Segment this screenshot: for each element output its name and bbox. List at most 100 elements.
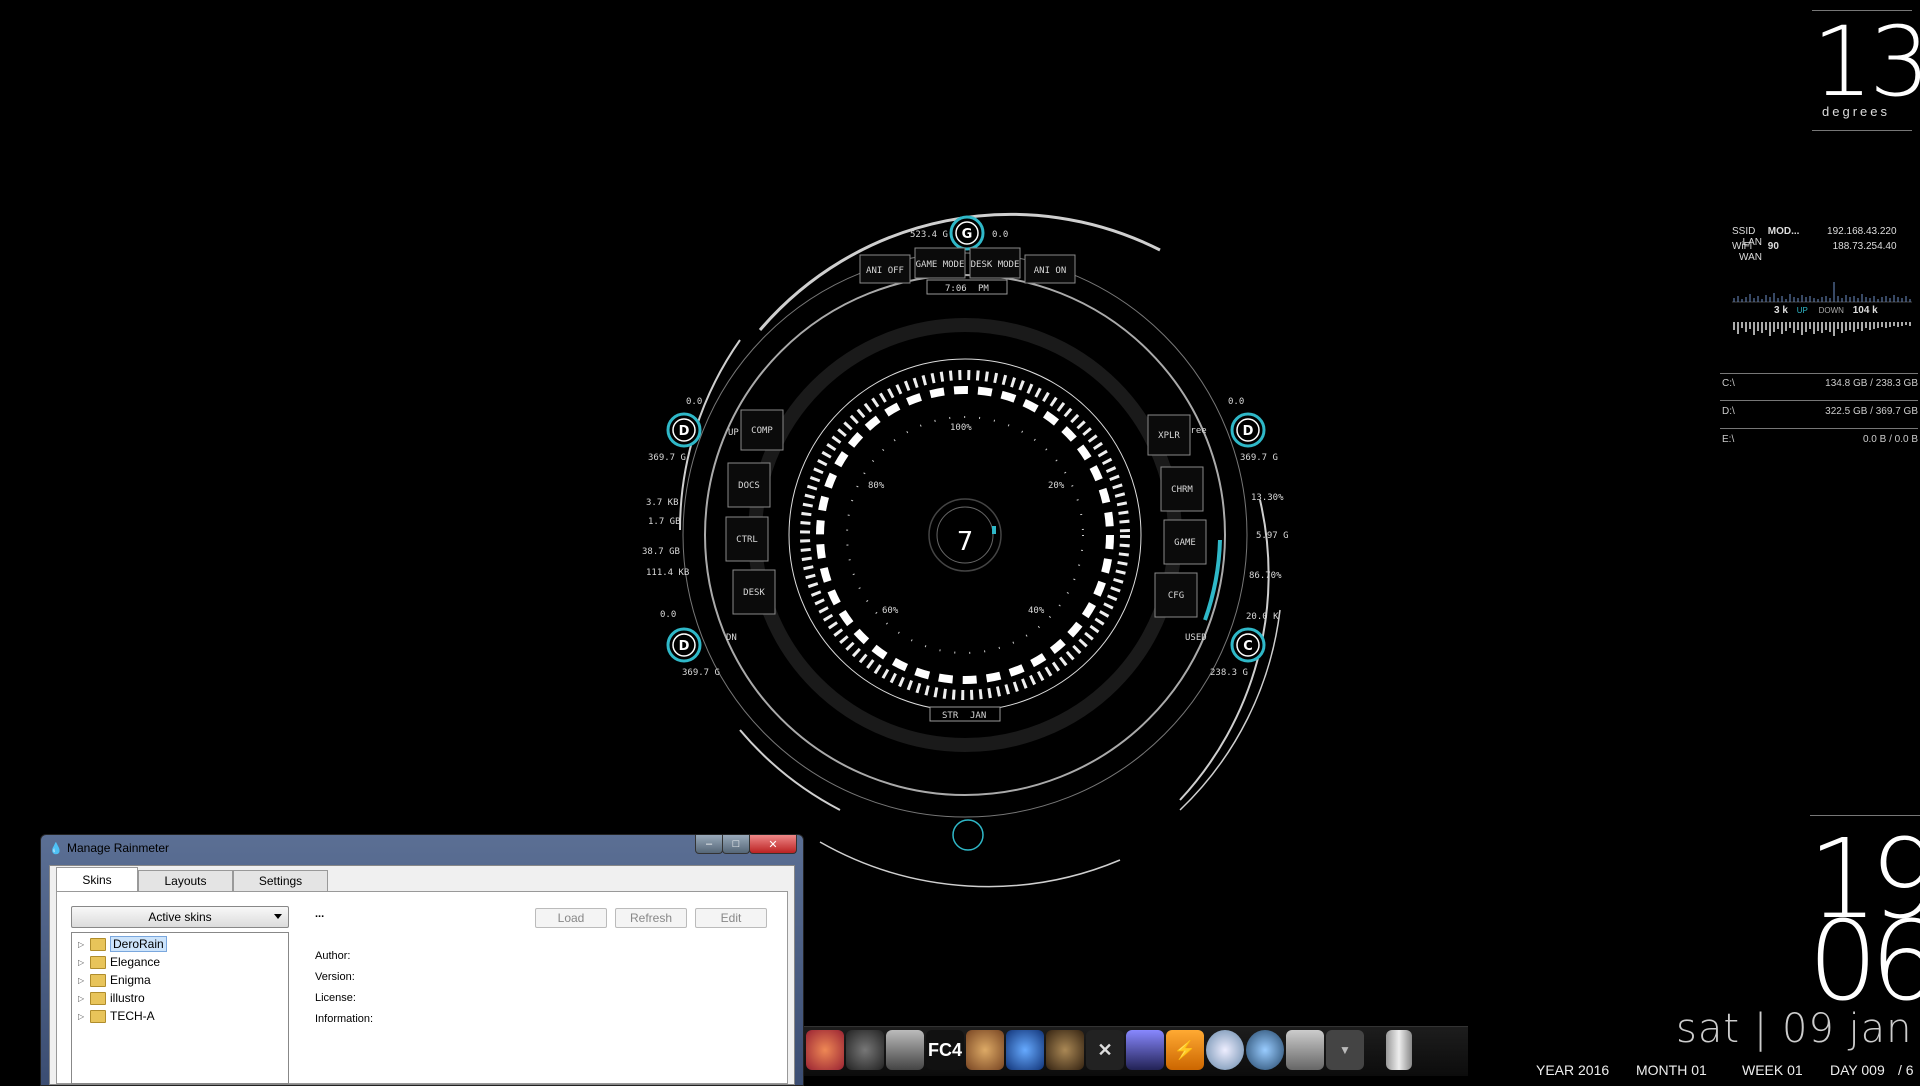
- tree-item-derorain[interactable]: ▷ DeroRain: [78, 936, 167, 952]
- download-label: DOWN: [1818, 306, 1844, 315]
- game-label: GAME: [1174, 538, 1196, 548]
- disk-letter-top: G: [962, 227, 973, 242]
- hud-ampm: PM: [978, 284, 989, 294]
- tab-settings[interactable]: Settings: [233, 870, 328, 891]
- left-stat-1: 3.7 KB: [646, 498, 679, 508]
- folder-icon: [90, 937, 106, 951]
- app-dock: FC4 ✕ ⚡ ▼: [802, 1026, 1468, 1076]
- left-stat-3: 38.7 GB: [642, 547, 680, 557]
- upload-speed: 3 k: [1774, 305, 1788, 316]
- rainmeter-drop-icon: 💧: [49, 843, 63, 855]
- expand-icon[interactable]: ▷: [78, 994, 88, 1003]
- ctrl-label: CTRL: [736, 535, 758, 545]
- recycle-bin-icon[interactable]: [1386, 1030, 1412, 1070]
- tab-layouts[interactable]: Layouts: [138, 870, 233, 891]
- hud-graphic: G D D D C 523.4 G 0.0 0.0 369.7 G 0.0 36…: [642, 212, 1289, 888]
- witcher-wolf-icon[interactable]: [846, 1030, 884, 1070]
- maximize-button[interactable]: □: [722, 835, 750, 854]
- right-stat-2: 5.97 G: [1256, 531, 1289, 541]
- inner-tick-40: 40%: [1028, 606, 1045, 616]
- lan-ip: 192.168.43.220: [1827, 226, 1897, 237]
- disk-tool-icon[interactable]: [1286, 1030, 1324, 1070]
- movie-maker-icon[interactable]: [1126, 1030, 1164, 1070]
- ani-on-label: ANI ON: [1034, 266, 1067, 276]
- network-row-wan: WiFi 90 188.73.254.40 WAN: [1732, 241, 1920, 263]
- globe-browser-icon[interactable]: [1206, 1030, 1244, 1070]
- disk-letter-right-top: D: [1243, 424, 1254, 439]
- manage-rainmeter-window: 💧 Manage Rainmeter – □ ✕ Skins Layouts S…: [40, 834, 804, 1086]
- tree-item-illustro[interactable]: ▷ illustro: [78, 990, 145, 1006]
- stat-week: WEEK 01: [1742, 1062, 1803, 1078]
- ssid-value: MOD...: [1767, 226, 1800, 237]
- stat-day: DAY 009: [1830, 1062, 1885, 1078]
- weather-divider-top: [1812, 10, 1912, 11]
- inner-tick-80: 80%: [868, 481, 885, 491]
- tab-skins[interactable]: Skins: [56, 867, 138, 892]
- minimize-button[interactable]: –: [695, 835, 723, 854]
- expand-icon[interactable]: ▷: [78, 958, 88, 967]
- hud-widget: G D D D C 523.4 G 0.0 0.0 369.7 G 0.0 36…: [620, 170, 1320, 890]
- helmet-game-icon[interactable]: [806, 1030, 844, 1070]
- inner-tick-60: 60%: [882, 606, 899, 616]
- stat-day-total: / 6: [1898, 1062, 1914, 1078]
- stat-month: MONTH 01: [1636, 1062, 1707, 1078]
- drive-row-e: E:\ 0.0 B / 0.0 B: [1722, 434, 1918, 445]
- ssid-label: SSID: [1732, 226, 1756, 237]
- hud-time: 7:06: [945, 284, 967, 294]
- fc4-icon[interactable]: FC4: [926, 1030, 964, 1070]
- thunderbird-icon[interactable]: [1246, 1030, 1284, 1070]
- license-label: License:: [315, 992, 356, 1004]
- left-disk1-top-value: 0.0: [686, 397, 702, 407]
- stat-year: YEAR 2016: [1536, 1062, 1610, 1078]
- expand-icon[interactable]: ▷: [78, 1012, 88, 1021]
- drive-c-name: C:\: [1722, 378, 1735, 389]
- load-label: Load: [557, 911, 585, 925]
- x-launcher-icon[interactable]: ✕: [1086, 1030, 1124, 1070]
- dark-souls-icon[interactable]: [886, 1030, 924, 1070]
- bottom-node[interactable]: [952, 819, 984, 851]
- orb-game-icon[interactable]: [966, 1030, 1004, 1070]
- chevron-down-icon: [274, 914, 282, 919]
- folder-icon: [90, 973, 106, 987]
- folder-icon: [90, 1009, 106, 1023]
- close-button[interactable]: ✕: [749, 835, 797, 854]
- heroes-storm-icon[interactable]: [1006, 1030, 1044, 1070]
- edit-label: Edit: [720, 911, 742, 925]
- folder-icon: [90, 991, 106, 1005]
- wan-label: WAN: [1739, 252, 1762, 263]
- hud-weekday: STR: [942, 711, 959, 721]
- tree-item-elegance[interactable]: ▷ Elegance: [78, 954, 160, 970]
- edit-button[interactable]: Edit: [695, 908, 767, 928]
- winamp-icon[interactable]: ⚡: [1166, 1030, 1204, 1070]
- wifi-strength: 90: [1767, 241, 1779, 252]
- tree-item-tech-a[interactable]: ▷ TECH-A: [78, 1008, 155, 1024]
- desk-label: DESK: [743, 588, 765, 598]
- refresh-button[interactable]: Refresh: [615, 908, 687, 928]
- window-title: Manage Rainmeter: [67, 841, 170, 855]
- right-disk2-bottom-value: 238.3 G: [1210, 668, 1248, 678]
- temperature-unit: degrees: [1822, 104, 1890, 119]
- dragon-game-icon[interactable]: [1046, 1030, 1084, 1070]
- tree-item-label: Enigma: [110, 973, 151, 987]
- disk-letter-left-top: D: [679, 424, 690, 439]
- weather-divider-bottom: [1812, 130, 1912, 131]
- skins-tree: ▷ DeroRain ▷ Elegance ▷ Enigma ▷ illustr…: [71, 932, 289, 1084]
- drive-e-usage: 0.0 B / 0.0 B: [1862, 434, 1918, 445]
- left-disk1-bottom-value: 369.7 G: [648, 453, 686, 463]
- hud-day-number: 7: [957, 527, 974, 557]
- expand-icon[interactable]: ▷: [78, 940, 88, 949]
- tree-item-enigma[interactable]: ▷ Enigma: [78, 972, 151, 988]
- clock-minute: 06: [1808, 897, 1920, 1025]
- expand-icon[interactable]: ▷: [78, 976, 88, 985]
- active-skins-dropdown[interactable]: Active skins: [71, 906, 289, 928]
- center-indicator: [992, 526, 996, 534]
- dock-more-icon[interactable]: ▼: [1326, 1030, 1364, 1070]
- wan-ip: 188.73.254.40: [1832, 241, 1897, 252]
- load-button[interactable]: Load: [535, 908, 607, 928]
- right-disk1-bottom-value: 369.7 G: [1240, 453, 1278, 463]
- tree-item-label: illustro: [110, 991, 145, 1005]
- drive-c-usage: 134.8 GB / 238.3 GB: [1825, 378, 1918, 389]
- left-stat-4: 111.4 KB: [646, 568, 689, 578]
- upload-label: UP: [1796, 306, 1808, 315]
- tab-settings-label: Settings: [258, 874, 303, 888]
